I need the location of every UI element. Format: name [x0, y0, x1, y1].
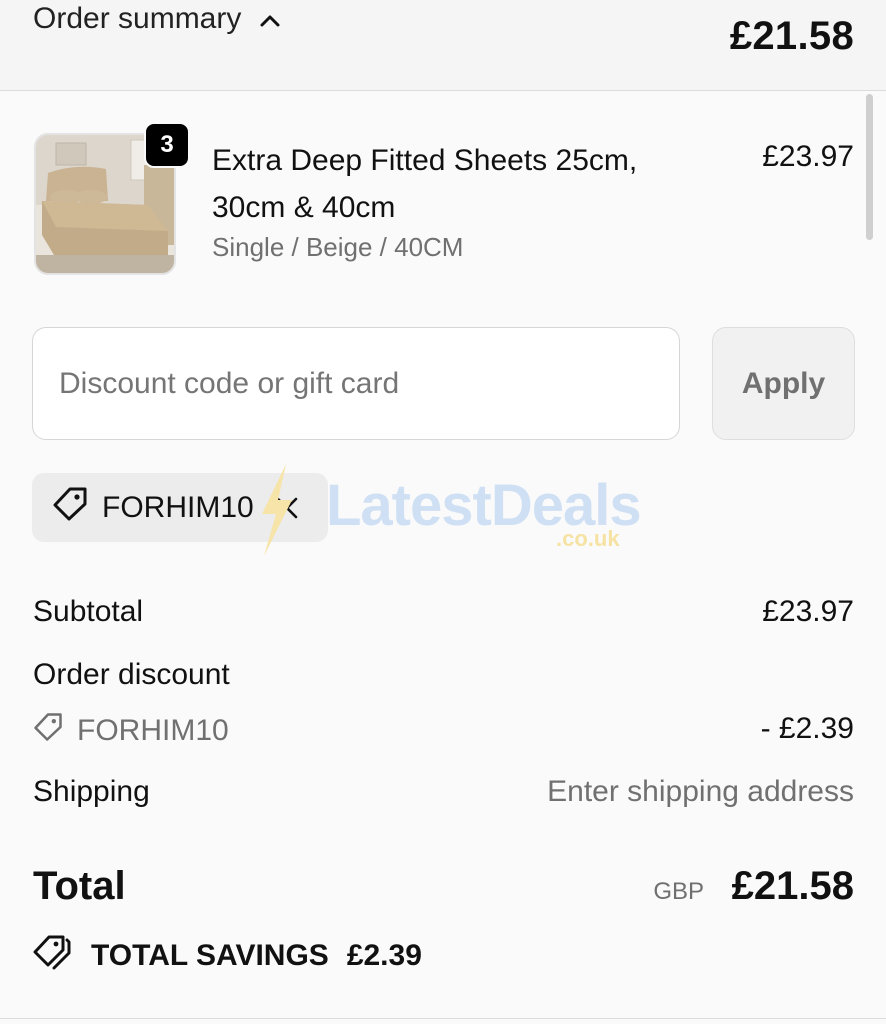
order-discount-label: Order discount	[33, 658, 230, 691]
currency-code: GBP	[653, 878, 704, 905]
applied-discount-code: FORHIM10	[102, 490, 254, 524]
order-summary-header[interactable]: Order summary £21.58	[0, 0, 886, 91]
discount-value: - £2.39	[760, 712, 854, 745]
total-savings: TOTAL SAVINGS £2.39	[33, 934, 422, 978]
order-summary-title: Order summary	[33, 2, 242, 35]
product-variant: Single / Beige / 40CM	[212, 232, 464, 262]
apply-button[interactable]: Apply	[712, 327, 855, 440]
tag-icon	[52, 486, 88, 530]
order-summary-toggle[interactable]: Order summary	[33, 2, 281, 36]
chevron-up-icon[interactable]	[259, 2, 281, 36]
watermark: LatestDeals .co.uk	[256, 462, 642, 562]
product-price: £23.97	[762, 140, 854, 173]
shipping-label: Shipping	[33, 775, 150, 808]
watermark-subtext: .co.uk	[556, 526, 620, 551]
scrollbar[interactable]	[866, 94, 873, 240]
subtotal-label: Subtotal	[33, 595, 144, 628]
subtotal-value: £23.97	[762, 595, 854, 628]
discount-code-text: FORHIM10	[77, 714, 229, 747]
tag-icon	[33, 712, 63, 750]
divider	[0, 1018, 886, 1019]
quantity-badge: 3	[144, 122, 190, 168]
savings-label: TOTAL SAVINGS	[91, 939, 329, 972]
header-total-price: £21.58	[729, 14, 854, 58]
total-value: £21.58	[731, 864, 854, 908]
discount-code-row: FORHIM10	[33, 712, 229, 750]
discount-code-input[interactable]	[32, 327, 680, 440]
savings-value: £2.39	[346, 939, 422, 972]
lightning-bolt-icon	[262, 464, 292, 556]
savings-tags-icon	[33, 934, 73, 978]
shipping-value: Enter shipping address	[547, 775, 854, 808]
total-label: Total	[33, 864, 126, 908]
product-title: Extra Deep Fitted Sheets 25cm, 30cm & 40…	[212, 144, 638, 224]
